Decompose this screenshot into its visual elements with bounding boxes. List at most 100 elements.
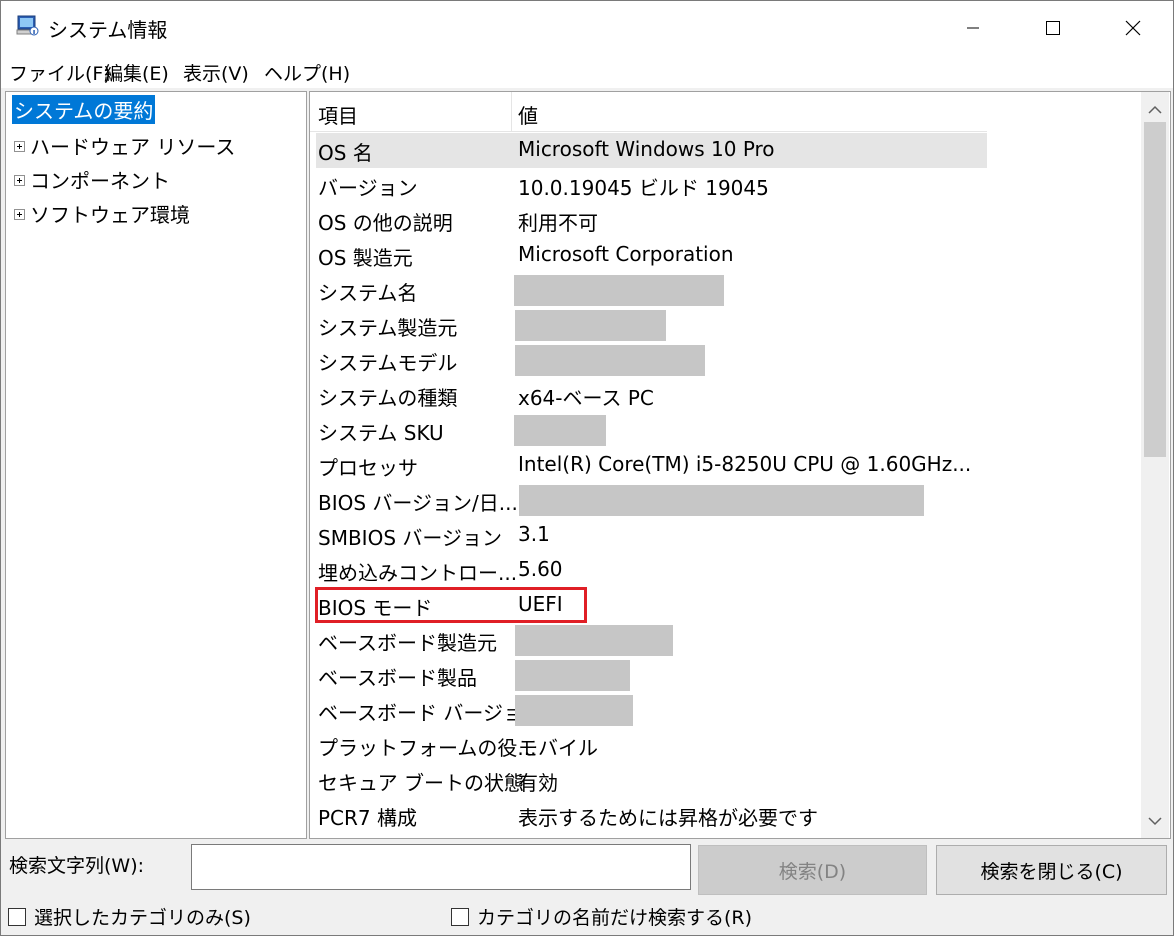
- row-value: Microsoft Corporation: [518, 242, 734, 266]
- row-name: PCR7 構成: [318, 806, 418, 830]
- row-name: システムの種類: [318, 386, 458, 410]
- redacted-value: [515, 695, 633, 726]
- tree-item-software-environment[interactable]: ソフトウェア環境: [30, 199, 190, 228]
- table-row[interactable]: プロセッサ Intel(R) Core(TM) i5-8250U CPU @ 1…: [316, 448, 987, 483]
- table-row[interactable]: PCR7 構成 表示するためには昇格が必要です: [316, 798, 987, 833]
- row-name: システムモデル: [318, 351, 458, 375]
- checkbox-label: カテゴリの名前だけ検索する(R): [477, 907, 753, 929]
- row-value: 表示するためには昇格が必要です: [518, 806, 818, 830]
- table-row[interactable]: OS 名 Microsoft Windows 10 Pro: [316, 133, 987, 168]
- row-value: 10.0.19045 ビルド 19045: [518, 176, 769, 200]
- menu-view[interactable]: 表示(V): [183, 59, 249, 86]
- table-row[interactable]: システムモデル: [316, 343, 987, 378]
- tree-item-components[interactable]: コンポーネント: [30, 165, 170, 194]
- row-name: プロセッサ: [318, 456, 418, 480]
- minimize-button[interactable]: [933, 1, 1013, 54]
- chevron-up-icon: [1148, 105, 1162, 114]
- column-header-value[interactable]: 値: [518, 100, 538, 129]
- table-row[interactable]: セキュア ブートの状態 有効: [316, 763, 987, 798]
- close-search-button[interactable]: 検索を閉じる(C): [936, 845, 1167, 895]
- selected-category-only-checkbox[interactable]: 選択したカテゴリのみ(S): [8, 903, 251, 930]
- scroll-up-button[interactable]: [1141, 96, 1169, 122]
- title-bar[interactable]: システム情報: [1, 1, 1173, 54]
- row-name: OS 名: [318, 141, 373, 165]
- maximize-button[interactable]: [1013, 1, 1093, 54]
- row-name: プラットフォームの役...: [318, 736, 537, 760]
- row-name: OS の他の説明: [318, 211, 453, 235]
- chevron-down-icon: [1148, 816, 1162, 825]
- row-value: 利用不可: [518, 211, 598, 235]
- redacted-value: [519, 485, 924, 516]
- row-name: システム名: [318, 281, 418, 305]
- row-value: 有効: [518, 771, 558, 795]
- row-name: バージョン: [318, 176, 418, 200]
- row-name: BIOS バージョン/日...: [318, 491, 518, 515]
- table-row[interactable]: ベースボード製造元: [316, 623, 987, 658]
- menu-bar: ファイル(F) 編集(E) 表示(V) ヘルプ(H): [1, 54, 1173, 88]
- table-row[interactable]: OS の他の説明 利用不可: [316, 203, 987, 238]
- redacted-value: [514, 275, 724, 306]
- table-row[interactable]: BIOS バージョン/日...: [316, 483, 987, 518]
- row-name: システム SKU: [318, 421, 444, 445]
- row-name: OS 製造元: [318, 246, 413, 270]
- table-row[interactable]: バージョン 10.0.19045 ビルド 19045: [316, 168, 987, 203]
- menu-edit[interactable]: 編集(E): [104, 59, 169, 86]
- table-row[interactable]: システム製造元: [316, 308, 987, 343]
- column-divider[interactable]: [511, 92, 512, 131]
- tree-item-hardware-resources[interactable]: ハードウェア リソース: [30, 131, 235, 160]
- row-value: Microsoft Windows 10 Pro: [518, 137, 775, 161]
- row-name: システム製造元: [318, 316, 458, 340]
- redacted-value: [515, 310, 666, 341]
- row-name: ベースボード製造元: [318, 631, 497, 655]
- tree-item-system-summary[interactable]: システムの要約: [12, 95, 156, 124]
- table-row[interactable]: システムの種類 x64-ベース PC: [316, 378, 987, 413]
- redacted-value: [515, 625, 673, 656]
- scroll-down-button[interactable]: [1141, 808, 1169, 834]
- maximize-icon: [1046, 20, 1060, 35]
- table-row[interactable]: プラットフォームの役... モバイル: [316, 728, 987, 763]
- search-button[interactable]: 検索(D): [698, 845, 927, 895]
- details-list[interactable]: 項目 値 OS 名 Microsoft Windows 10 Pro バージョン…: [309, 91, 1171, 839]
- row-value: 5.60: [518, 557, 563, 581]
- checkbox-icon[interactable]: [451, 907, 469, 926]
- row-value: モバイル: [518, 736, 598, 760]
- row-value: Intel(R) Core(TM) i5-8250U CPU @ 1.60GHz…: [518, 452, 972, 476]
- list-header: 項目 値: [310, 92, 987, 132]
- column-header-item[interactable]: 項目: [318, 100, 358, 129]
- checkbox-label: 選択したカテゴリのみ(S): [34, 907, 251, 929]
- minimize-icon: [967, 27, 979, 28]
- category-names-only-checkbox[interactable]: カテゴリの名前だけ検索する(R): [451, 903, 752, 930]
- row-name: 埋め込みコントロー...: [318, 561, 518, 585]
- search-label: 検索文字列(W):: [9, 855, 145, 877]
- redacted-value: [515, 660, 630, 691]
- redacted-value: [514, 415, 606, 446]
- expand-icon[interactable]: [14, 209, 25, 220]
- table-row[interactable]: ベースボード製品: [316, 658, 987, 693]
- row-name: ベースボード製品: [318, 666, 477, 690]
- window-title: システム情報: [48, 18, 168, 42]
- row-name: SMBIOS バージョン: [318, 526, 502, 550]
- bios-mode-highlight-box: [315, 587, 587, 623]
- row-value: x64-ベース PC: [518, 386, 654, 410]
- expand-icon[interactable]: [14, 141, 25, 152]
- system-info-window: システム情報 ファイル(F) 編集(E) 表示(V) ヘルプ(H) システムの要…: [0, 0, 1174, 936]
- menu-help[interactable]: ヘルプ(H): [264, 59, 350, 86]
- table-row[interactable]: 埋め込みコントロー... 5.60: [316, 553, 987, 588]
- search-input[interactable]: [191, 844, 691, 890]
- redacted-value: [515, 345, 705, 376]
- menu-file[interactable]: ファイル(F): [9, 59, 111, 86]
- row-name: ベースボード バージョン: [318, 701, 543, 725]
- table-row[interactable]: システム SKU: [316, 413, 987, 448]
- table-row[interactable]: OS 製造元 Microsoft Corporation: [316, 238, 987, 273]
- system-info-app-icon: [16, 15, 39, 36]
- expand-icon[interactable]: [14, 175, 25, 186]
- close-button[interactable]: [1093, 1, 1173, 54]
- vertical-scrollbar[interactable]: [1141, 92, 1169, 838]
- scroll-thumb[interactable]: [1144, 122, 1166, 457]
- category-tree[interactable]: システムの要約 ハードウェア リソース コンポーネント ソフトウェア環境: [5, 91, 307, 839]
- table-row[interactable]: SMBIOS バージョン 3.1: [316, 518, 987, 553]
- checkbox-icon[interactable]: [8, 907, 26, 926]
- table-row[interactable]: ベースボード バージョン: [316, 693, 987, 728]
- row-value: 3.1: [518, 522, 550, 546]
- table-row[interactable]: システム名: [316, 273, 987, 308]
